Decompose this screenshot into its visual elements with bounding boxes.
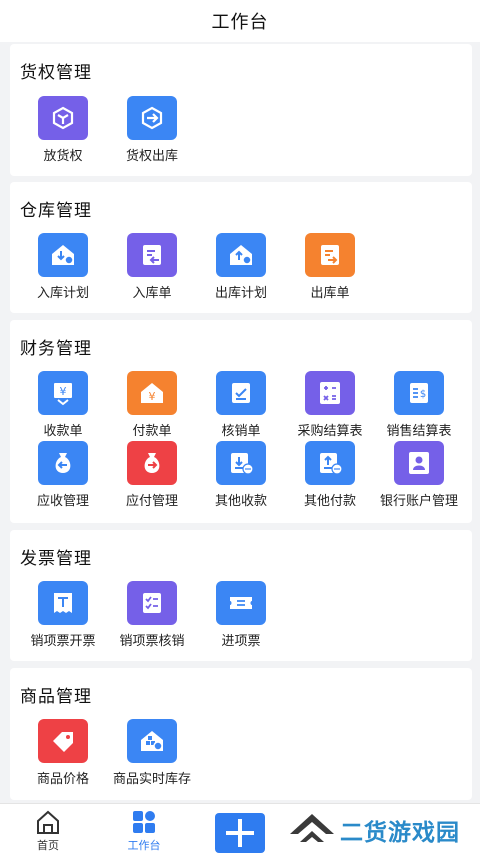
watermark-logo-icon [290,814,334,842]
outbound-plan-label: 出库计划 [214,286,267,301]
release-goods-button[interactable]: 放货权 [18,96,108,166]
other-receipt-icon [216,441,266,485]
svg-text:$: $ [420,389,426,400]
tab-workbench[interactable]: 工作台 [109,804,179,853]
section-finance: 财务管理 ¥ 收款单 ¥ 付款单 核销单 采购结算表 $ 销售结算表 应收管理 [10,320,472,523]
svg-text:¥: ¥ [60,385,67,398]
outbound-order-label: 出库单 [310,286,350,301]
invoice-issue-button[interactable]: 销项票开票 [18,581,108,651]
input-invoice-button[interactable]: 进项票 [196,581,286,651]
receipt-icon: ¥ [38,371,88,415]
outbound-plan-icon [216,233,266,277]
section-title: 货权管理 [20,63,92,83]
invoice-writeoff-button[interactable]: 销项票核销 [107,581,197,651]
home-icon [37,810,59,834]
inbound-order-button[interactable]: 入库单 [107,233,197,303]
input-invoice-icon [216,581,266,625]
writeoff-icon [216,371,266,415]
payable-button[interactable]: 应付管理 [107,441,197,511]
inbound-order-label: 入库单 [132,286,172,301]
payable-label: 应付管理 [125,494,178,509]
sales-statement-button[interactable]: $ 销售结算表 [374,371,464,441]
outbound-order-icon [305,233,355,277]
product-price-label: 商品价格 [36,772,89,787]
inbound-plan-button[interactable]: 入库计划 [18,233,108,303]
purchase-statement-label: 采购结算表 [297,424,363,439]
realtime-stock-button[interactable]: 商品实时库存 [107,719,197,789]
watermark-text: 二货游戏园 [340,820,460,846]
goods-outbound-label: 货权出库 [125,149,178,164]
tab-home-label: 首页 [37,839,59,852]
section-title: 商品管理 [20,687,92,707]
add-button[interactable] [215,813,265,853]
release-goods-icon [38,96,88,140]
realtime-stock-icon [127,719,177,763]
other-payment-button[interactable]: 其他付款 [285,441,375,511]
payment-label: 付款单 [132,424,172,439]
receivable-icon [38,441,88,485]
product-price-button[interactable]: 商品价格 [18,719,108,789]
writeoff-label: 核销单 [221,424,261,439]
receivable-label: 应收管理 [36,494,89,509]
purchase-statement-button[interactable]: 采购结算表 [285,371,375,441]
receipt-label: 收款单 [43,424,83,439]
inbound-plan-label: 入库计划 [36,286,89,301]
tab-home[interactable]: 首页 [13,804,83,853]
grid-icon [133,811,155,833]
watermark: 二货游戏园 [288,805,478,851]
page-title: 工作台 [211,12,269,33]
invoice-writeoff-icon [127,581,177,625]
section-title: 仓库管理 [20,201,92,221]
section-product: 商品管理 商品价格 商品实时库存 [10,668,472,800]
inbound-order-icon [127,233,177,277]
invoice-issue-label: 销项票开票 [30,634,96,649]
app-header: 工作台 [0,0,480,42]
bank-account-button[interactable]: 银行账户管理 [374,441,464,511]
payment-icon: ¥ [127,371,177,415]
other-payment-icon [305,441,355,485]
section-warehouse: 仓库管理 入库计划 入库单 出库计划 出库单 [10,182,472,313]
tab-workbench-label: 工作台 [127,839,161,852]
calculator-icon [305,371,355,415]
input-invoice-label: 进项票 [221,634,261,649]
writeoff-button[interactable]: 核销单 [196,371,286,441]
other-receipt-label: 其他收款 [214,494,267,509]
goods-outbound-icon [127,96,177,140]
inbound-plan-icon [38,233,88,277]
price-tag-icon [38,719,88,763]
receivable-button[interactable]: 应收管理 [18,441,108,511]
other-payment-label: 其他付款 [303,494,356,509]
goods-outbound-button[interactable]: 货权出库 [107,96,197,166]
realtime-stock-label: 商品实时库存 [112,772,191,787]
section-title: 发票管理 [20,549,92,569]
outbound-plan-button[interactable]: 出库计划 [196,233,286,303]
bank-account-label: 银行账户管理 [379,494,458,509]
other-receipt-button[interactable]: 其他收款 [196,441,286,511]
invoice-issue-icon [38,581,88,625]
invoice-writeoff-label: 销项票核销 [119,634,185,649]
section-invoice: 发票管理 销项票开票 销项票核销 进项票 [10,530,472,661]
sales-statement-icon: $ [394,371,444,415]
outbound-order-button[interactable]: 出库单 [285,233,375,303]
release-goods-label: 放货权 [43,149,83,164]
sales-statement-label: 销售结算表 [386,424,452,439]
payment-button[interactable]: ¥ 付款单 [107,371,197,441]
svg-text:¥: ¥ [149,390,156,403]
section-goods-rights: 货权管理 放货权 货权出库 [10,44,472,176]
section-title: 财务管理 [20,339,92,359]
receipt-button[interactable]: ¥ 收款单 [18,371,108,441]
payable-icon [127,441,177,485]
bank-account-icon [394,441,444,485]
